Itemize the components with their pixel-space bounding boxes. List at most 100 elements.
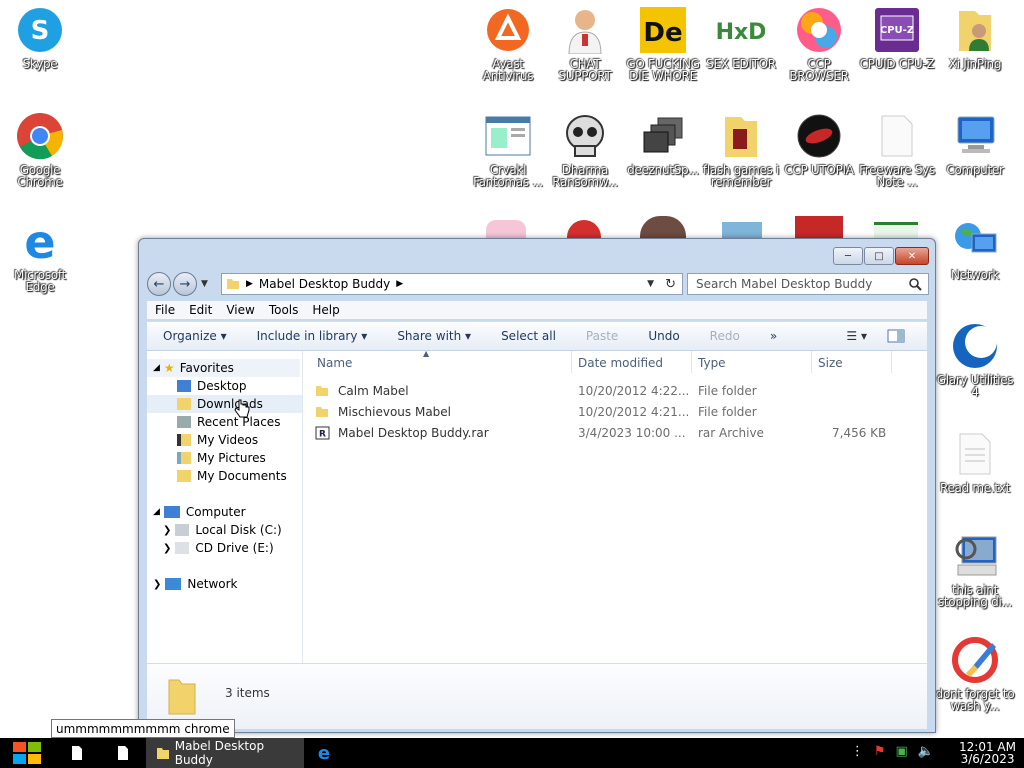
maximize-button[interactable]: □ (864, 247, 894, 265)
paste-button[interactable]: Paste (586, 329, 618, 343)
desktop-icon-edge[interactable]: e Microsoft Edge (0, 217, 80, 293)
taskbar-edge[interactable]: e (304, 738, 344, 768)
volume-icon[interactable]: 🔈 (918, 744, 934, 759)
desktop-icon-sex-editor[interactable]: HxD SEX EDITOR (701, 6, 781, 70)
window-titlebar[interactable]: ─ □ ✕ (139, 239, 935, 271)
taskbar-file-2[interactable] (100, 738, 146, 768)
item-count: 3 items (225, 686, 270, 700)
svg-text:HxD: HxD (717, 20, 765, 45)
hand-cursor-icon (234, 399, 250, 418)
desktop-icon-ccp-utopia[interactable]: CCP UTOPIA (779, 112, 859, 176)
die-app-icon: De (639, 6, 687, 54)
nav-cd-drive[interactable]: ❯ CD Drive (E:) (147, 539, 302, 557)
nav-computer[interactable]: ◢ Computer (147, 503, 302, 521)
nav-my-pictures[interactable]: My Pictures (147, 449, 302, 467)
navigation-row: ← → ▼ ▶ Mabel Desktop Buddy ▶ ▼ ↻ Search… (147, 271, 929, 297)
desktop-icon-skype[interactable]: S Skype (0, 6, 80, 70)
desktop-icon-flash-games[interactable]: flash games i remember (701, 112, 781, 188)
desktop-icon-this-aint[interactable]: this aint stopping di... (935, 532, 1015, 608)
desktop-folder-icon (177, 380, 191, 392)
svg-text:CPU-Z: CPU-Z (880, 25, 914, 36)
taskbar-explorer-window[interactable]: Mabel Desktop Buddy (146, 738, 304, 768)
more-commands-button[interactable]: » (770, 329, 777, 343)
stacked-windows-icon (639, 112, 687, 160)
organize-button[interactable]: Organize ▾ (163, 329, 227, 343)
redo-button[interactable]: Redo (710, 329, 740, 343)
nav-my-videos[interactable]: My Videos (147, 431, 302, 449)
network-tray-icon[interactable]: ▣ (896, 744, 908, 759)
desktop-icon-readme[interactable]: Read me.txt (935, 430, 1015, 494)
desktop-icon-chat-support[interactable]: CHAT SUPPORT (545, 6, 625, 82)
address-dropdown-icon[interactable]: ▼ (647, 279, 654, 289)
nav-network[interactable]: ❯ Network (147, 575, 302, 593)
nav-desktop[interactable]: Desktop (147, 377, 302, 395)
file-row[interactable]: Calm Mabel 10/20/2012 4:22... File folde… (315, 381, 915, 401)
column-date-modified[interactable]: Date modified (578, 356, 663, 370)
nav-local-disk[interactable]: ❯ Local Disk (C:) (147, 521, 302, 539)
taskbar-clock[interactable]: 12:01 AM 3/6/2023 (959, 741, 1016, 765)
address-bar[interactable]: ▶ Mabel Desktop Buddy ▶ ▼ ↻ (221, 273, 683, 295)
hard-disk-icon (175, 524, 190, 536)
desktop-icon-crvakl[interactable]: Crvakl Fantomas ... (468, 112, 548, 188)
column-type[interactable]: Type (698, 356, 726, 370)
desktop-icon-chrome[interactable]: Google Chrome (0, 112, 80, 188)
desktop-icon-ccleaner[interactable]: dont forget to wash y... (935, 636, 1015, 712)
folder-icon (157, 748, 169, 759)
hxd-icon: HxD (717, 6, 765, 54)
search-box[interactable]: Search Mabel Desktop Buddy (687, 273, 929, 295)
clock-date: 3/6/2023 (960, 752, 1015, 766)
file-row[interactable]: R Mabel Desktop Buddy.rar 3/4/2023 10:00… (315, 423, 915, 443)
nav-my-documents[interactable]: My Documents (147, 467, 302, 485)
include-in-library-button[interactable]: Include in library ▾ (257, 329, 368, 343)
action-center-flag-icon[interactable]: ⚑ (874, 744, 886, 759)
desktop-icon-deeznut[interactable]: deeznutSp... (623, 112, 703, 176)
menu-edit[interactable]: Edit (189, 303, 212, 317)
close-button[interactable]: ✕ (895, 247, 929, 265)
nav-recent-places[interactable]: Recent Places (147, 413, 302, 431)
undo-button[interactable]: Undo (648, 329, 679, 343)
share-with-button[interactable]: Share with ▾ (397, 329, 471, 343)
desktop-icon-network[interactable]: Network (935, 217, 1015, 281)
edge-icon: e (317, 742, 331, 764)
desktop-icon-cpuz[interactable]: CPU-Z CPUID CPU-Z (857, 6, 937, 70)
preview-pane-icon[interactable] (887, 329, 905, 343)
desktop-icon-xijinping[interactable]: Xi JinPing (935, 6, 1015, 70)
menu-help[interactable]: Help (312, 303, 339, 317)
column-name[interactable]: Name (317, 356, 352, 370)
forward-button[interactable]: → (173, 272, 197, 296)
menu-file[interactable]: File (155, 303, 175, 317)
taskbar-tooltip: ummmmmmmmmm chrome (51, 719, 235, 738)
breadcrumb-current[interactable]: Mabel Desktop Buddy (259, 277, 390, 291)
select-all-button[interactable]: Select all (501, 329, 556, 343)
menu-view[interactable]: View (226, 303, 254, 317)
desktop-icon-ccp-browser[interactable]: CCP BROWSER (779, 6, 859, 82)
folder-icon (717, 112, 765, 160)
minimize-button[interactable]: ─ (833, 247, 863, 265)
tray-overflow-icon[interactable]: ⋮ (851, 744, 864, 759)
browser-flower-icon (795, 6, 843, 54)
nav-favorites[interactable]: ◢ ★ Favorites (147, 359, 300, 377)
glary-moon-icon (951, 322, 999, 370)
start-button[interactable] (0, 738, 54, 768)
taskbar-file-1[interactable] (54, 738, 100, 768)
nav-downloads[interactable]: Downloads (147, 395, 302, 418)
desktop-icon-glary[interactable]: Glary Utilities 4 (935, 322, 1015, 398)
desktop-icon-computer[interactable]: Computer (935, 112, 1015, 176)
back-button[interactable]: ← (147, 272, 171, 296)
desktop-icon-freeware-note[interactable]: Freeware Sys Note ... (857, 112, 937, 188)
file-row[interactable]: Mischievous Mabel 10/20/2012 4:21... Fil… (315, 402, 915, 422)
menu-tools[interactable]: Tools (269, 303, 299, 317)
hidden-icon-apple (567, 220, 601, 238)
breadcrumb-arrow-icon[interactable]: ▶ (396, 279, 403, 289)
view-options-icon[interactable]: ☰ ▾ (846, 329, 867, 343)
forward-arrow-icon: → (179, 276, 191, 292)
desktop-icon-dharma[interactable]: Dharma Ransomw... (545, 112, 625, 188)
column-size[interactable]: Size (818, 356, 843, 370)
magnifier-computer-icon (951, 532, 999, 580)
search-input[interactable]: Search Mabel Desktop Buddy (696, 277, 872, 291)
folder-icon (316, 407, 328, 417)
desktop-icon-die[interactable]: De GO FUCKING DIE WHORE (623, 6, 703, 82)
recent-pages-chevron-icon[interactable]: ▼ (201, 279, 208, 289)
desktop-icon-avast[interactable]: Avast Antivirus (468, 6, 548, 82)
refresh-icon[interactable]: ↻ (665, 277, 676, 292)
